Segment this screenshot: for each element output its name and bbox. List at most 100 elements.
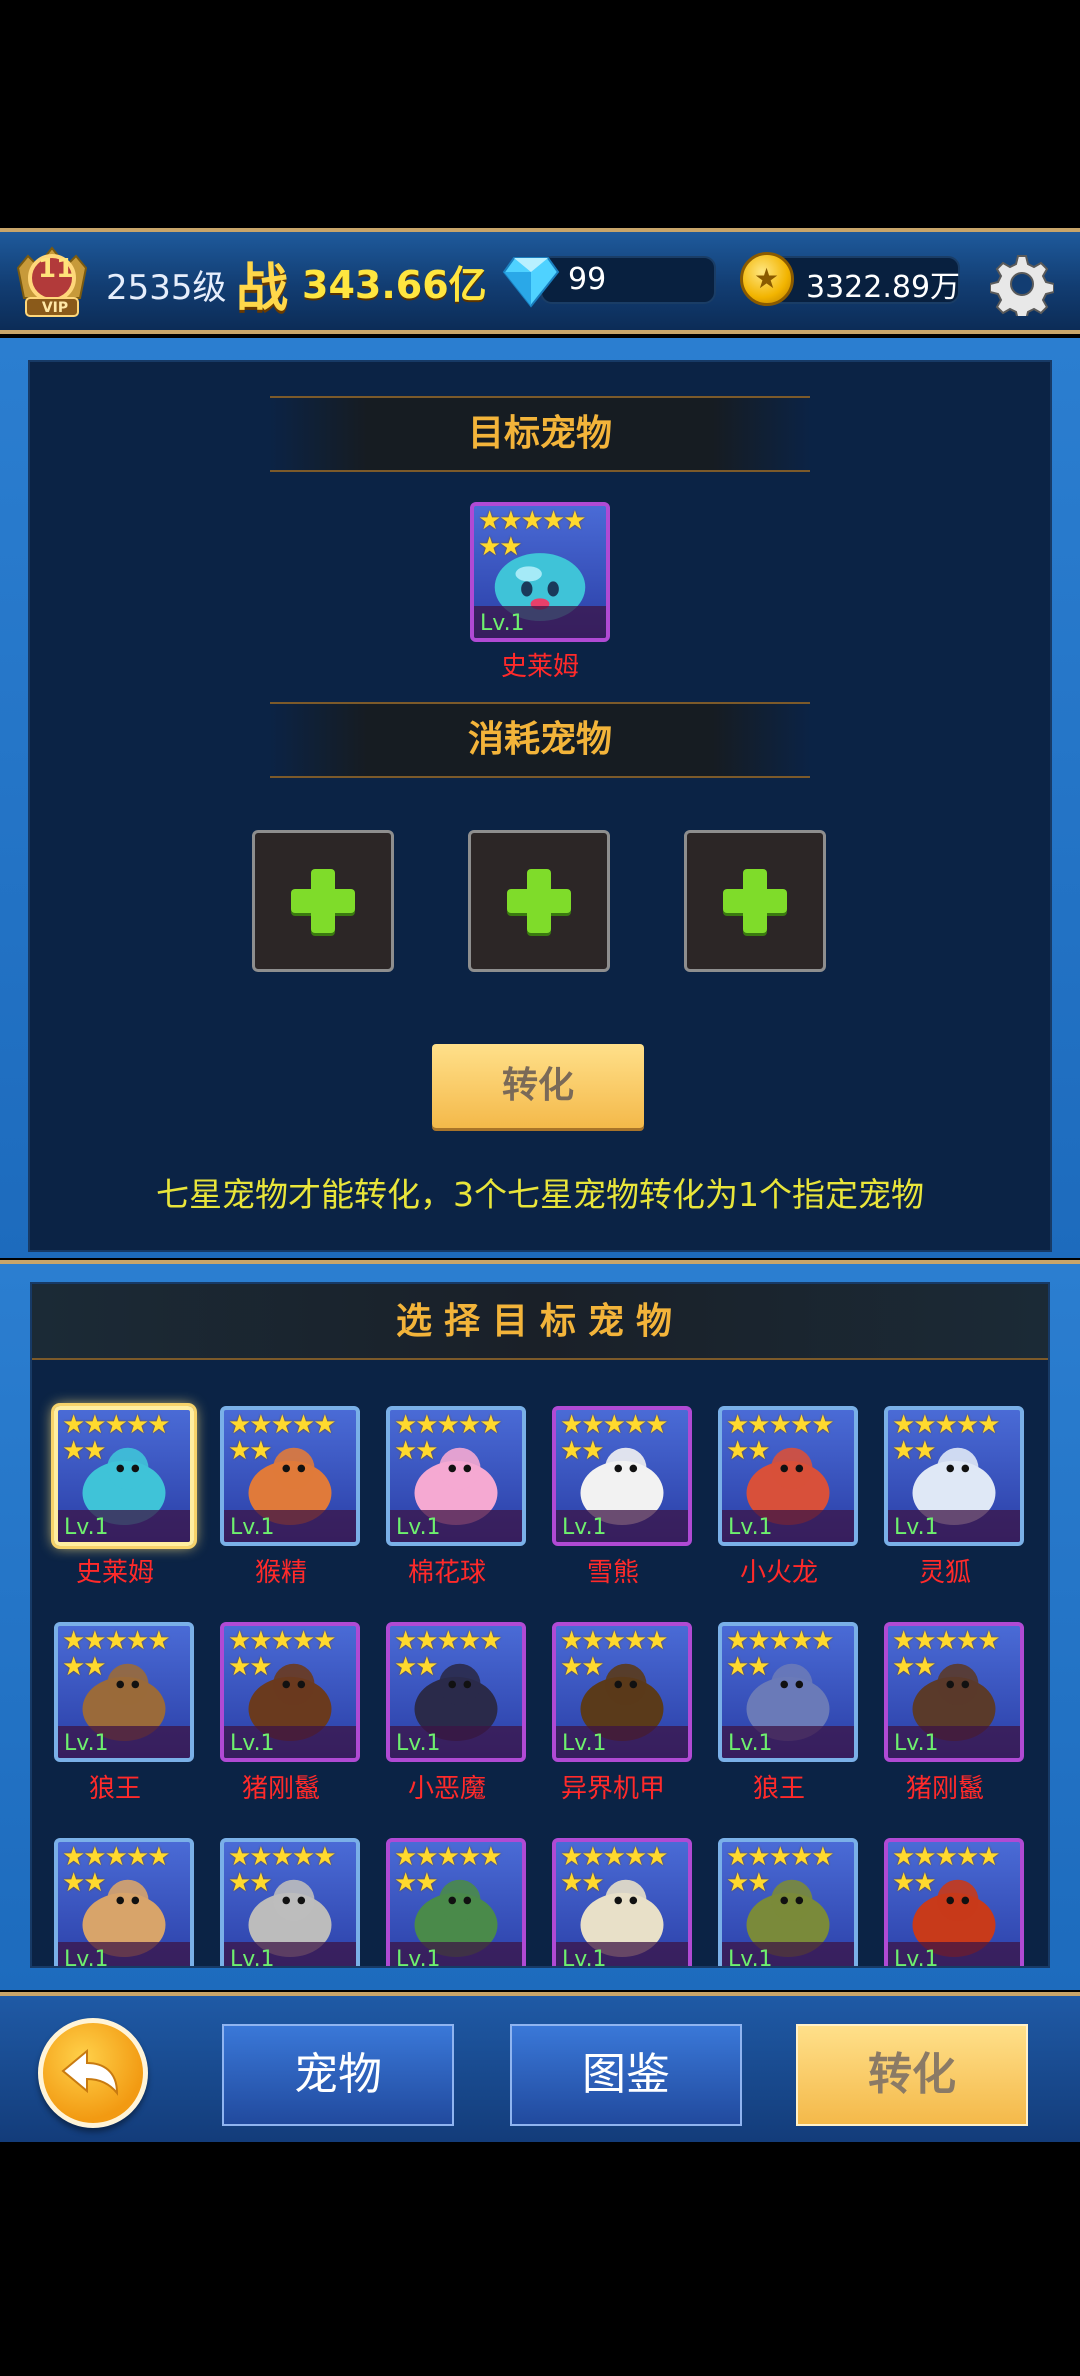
pet-option[interactable]: ★★★★★ ★★ Lv.1 — [198, 1838, 364, 1966]
star-rating: ★★★★★ ★★ — [560, 1842, 669, 1898]
star-rating: ★★★★★ ★★ — [228, 1410, 337, 1466]
vip-label: VIP — [41, 300, 69, 316]
pet-option[interactable]: ★★★★★ ★★ Lv.1 猴精 — [198, 1406, 364, 1606]
star-rating: ★★★★★ ★★ — [560, 1410, 669, 1466]
consume-slot-3[interactable] — [684, 830, 826, 972]
pet-card[interactable]: ★★★★★ ★★ Lv.1 — [54, 1838, 194, 1966]
pet-card[interactable]: ★★★★★ ★★ Lv.1 — [884, 1622, 1024, 1762]
pet-level: Lv.1 — [728, 1731, 773, 1756]
coin-amount: 3322.89万 — [806, 270, 961, 305]
pet-card[interactable]: ★★★★★ ★★ Lv.1 — [884, 1838, 1024, 1966]
back-button[interactable] — [38, 2018, 148, 2128]
pet-name: 猴精 — [254, 1558, 307, 1588]
pet-option[interactable]: ★★★★★ ★★ Lv.1 异界机甲 — [530, 1622, 696, 1822]
star-rating: ★★★★★ ★★ — [228, 1842, 337, 1898]
pet-card[interactable]: ★★★★★ ★★ Lv.1 — [386, 1622, 526, 1762]
star-rating: ★★★★★ ★★ — [62, 1410, 171, 1466]
star-rating: ★★★★★ ★★ — [62, 1626, 171, 1682]
tab-handbook[interactable]: 图鉴 — [510, 2024, 742, 2126]
convert-button[interactable]: 转化 — [432, 1044, 644, 1128]
top-status-bar: 11 VIP 2535级 战 343.66亿 99 ★ 3322.89万 — [0, 228, 1080, 334]
pet-option[interactable]: ★★★★★ ★★ Lv.1 — [32, 1838, 198, 1966]
star-rating: ★★★★★ ★★ — [892, 1842, 1001, 1898]
coin-star-icon: ★ — [754, 262, 780, 295]
gem-counter[interactable] — [540, 256, 716, 304]
star-rating: ★★★★★ ★★ — [560, 1626, 669, 1682]
vip-level: 11 — [38, 254, 75, 284]
consume-slot-1[interactable] — [252, 830, 394, 972]
pet-option[interactable]: ★★★★★ ★★ Lv.1 — [364, 1838, 530, 1966]
combat-power: 343.66亿 — [302, 263, 487, 307]
pet-name: 异界机甲 — [560, 1774, 665, 1804]
pet-option[interactable]: ★★★★★ ★★ Lv.1 — [530, 1838, 696, 1966]
conversion-hint: 七星宠物才能转化，3个七星宠物转化为1个指定宠物 — [156, 1175, 924, 1214]
gear-icon[interactable] — [990, 252, 1054, 316]
pet-level: Lv.1 — [894, 1515, 939, 1540]
pet-level: Lv.1 — [64, 1947, 109, 1966]
pet-level: Lv.1 — [894, 1947, 939, 1966]
pet-option[interactable]: ★★★★★ ★★ Lv.1 灵狐 — [862, 1406, 1028, 1606]
pet-name: 猪刚鬣 — [241, 1774, 320, 1804]
tab-convert[interactable]: 转化 — [796, 2024, 1028, 2126]
pet-name: 棉花球 — [407, 1558, 486, 1588]
pet-card[interactable]: ★★★★★ ★★ Lv.1 — [552, 1838, 692, 1966]
tab-pets[interactable]: 宠物 — [222, 2024, 454, 2126]
diamond-icon — [502, 257, 560, 308]
target-pet-name: 史莱姆 — [500, 652, 579, 682]
star-rating: ★★★★★ ★★ — [478, 506, 587, 562]
star-rating: ★★★★★ ★★ — [394, 1842, 503, 1898]
pet-name: 狼王 — [752, 1774, 805, 1804]
pet-name: 灵狐 — [918, 1558, 971, 1588]
pet-card[interactable]: ★★★★★ ★★ Lv.1 — [54, 1406, 194, 1546]
star-rating: ★★★★★ ★★ — [892, 1626, 1001, 1682]
star-rating: ★★★★★ ★★ — [62, 1842, 171, 1898]
pet-level: Lv.1 — [64, 1731, 109, 1756]
pet-level: Lv.1 — [396, 1515, 441, 1540]
pet-option[interactable]: ★★★★★ ★★ Lv.1 猪刚鬣 — [862, 1622, 1028, 1822]
pet-option[interactable]: ★★★★★ ★★ Lv.1 狼王 — [32, 1622, 198, 1822]
pet-card[interactable]: ★★★★★ ★★ Lv.1 — [220, 1838, 360, 1966]
pet-option[interactable]: ★★★★★ ★★ Lv.1 小火龙 — [696, 1406, 862, 1606]
select-target-title: 选择目标宠物 — [32, 1284, 1048, 1360]
pet-level: Lv.1 — [396, 1731, 441, 1756]
pet-card[interactable]: ★★★★★ ★★ Lv.1 — [54, 1622, 194, 1762]
pet-level: Lv.1 — [64, 1515, 109, 1540]
pet-level: Lv.1 — [894, 1731, 939, 1756]
pet-card[interactable]: ★★★★★ ★★ Lv.1 — [552, 1406, 692, 1546]
pet-level: Lv.1 — [230, 1947, 275, 1966]
pet-grid[interactable]: ★★★★★ ★★ Lv.1 史莱姆 ★★★★★ ★★ Lv.1 猴精 ★★★★★ ★★ Lv.… — [32, 1362, 1048, 1966]
pet-option[interactable]: ★★★★★ ★★ Lv.1 — [696, 1838, 862, 1966]
pet-option[interactable]: ★★★★★ ★★ Lv.1 棉花球 — [364, 1406, 530, 1606]
pet-name: 狼王 — [88, 1774, 141, 1804]
pet-option[interactable]: ★★★★★ ★★ Lv.1 史莱姆 — [32, 1406, 198, 1606]
player-level: 2535级 — [106, 268, 227, 308]
star-rating: ★★★★★ ★★ — [892, 1410, 1001, 1466]
pet-level: Lv.1 — [562, 1947, 607, 1966]
pet-option[interactable]: ★★★★★ ★★ Lv.1 狼王 — [696, 1622, 862, 1822]
pet-option[interactable]: ★★★★★ ★★ Lv.1 — [862, 1838, 1028, 1966]
pet-name: 小火龙 — [739, 1558, 818, 1588]
pet-card[interactable]: ★★★★★ ★★ Lv.1 — [718, 1406, 858, 1546]
pet-option[interactable]: ★★★★★ ★★ Lv.1 小恶魔 — [364, 1622, 530, 1822]
pet-card[interactable]: ★★★★★ ★★ Lv.1 — [386, 1838, 526, 1966]
pet-option[interactable]: ★★★★★ ★★ Lv.1 雪熊 — [530, 1406, 696, 1606]
target-pet-card[interactable]: ★★★★★ ★★ Lv.1 — [470, 502, 610, 642]
pet-name: 雪熊 — [586, 1558, 639, 1588]
pet-option[interactable]: ★★★★★ ★★ Lv.1 猪刚鬣 — [198, 1622, 364, 1822]
pet-card[interactable]: ★★★★★ ★★ Lv.1 — [884, 1406, 1024, 1546]
pet-level: Lv.1 — [562, 1515, 607, 1540]
consume-pet-title: 消耗宠物 — [270, 702, 810, 778]
star-rating: ★★★★★ ★★ — [228, 1626, 337, 1682]
pet-card[interactable]: ★★★★★ ★★ Lv.1 — [220, 1622, 360, 1762]
pet-card[interactable]: ★★★★★ ★★ Lv.1 — [718, 1838, 858, 1966]
pet-card[interactable]: ★★★★★ ★★ Lv.1 — [552, 1622, 692, 1762]
pet-card[interactable]: ★★★★★ ★★ Lv.1 — [386, 1406, 526, 1546]
gem-amount: 99 — [568, 262, 607, 297]
star-rating: ★★★★★ ★★ — [726, 1842, 835, 1898]
pet-card[interactable]: ★★★★★ ★★ Lv.1 — [718, 1622, 858, 1762]
star-rating: ★★★★★ ★★ — [394, 1626, 503, 1682]
consume-slot-2[interactable] — [468, 830, 610, 972]
pet-card[interactable]: ★★★★★ ★★ Lv.1 — [220, 1406, 360, 1546]
star-rating: ★★★★★ ★★ — [394, 1410, 503, 1466]
star-rating: ★★★★★ ★★ — [726, 1626, 835, 1682]
